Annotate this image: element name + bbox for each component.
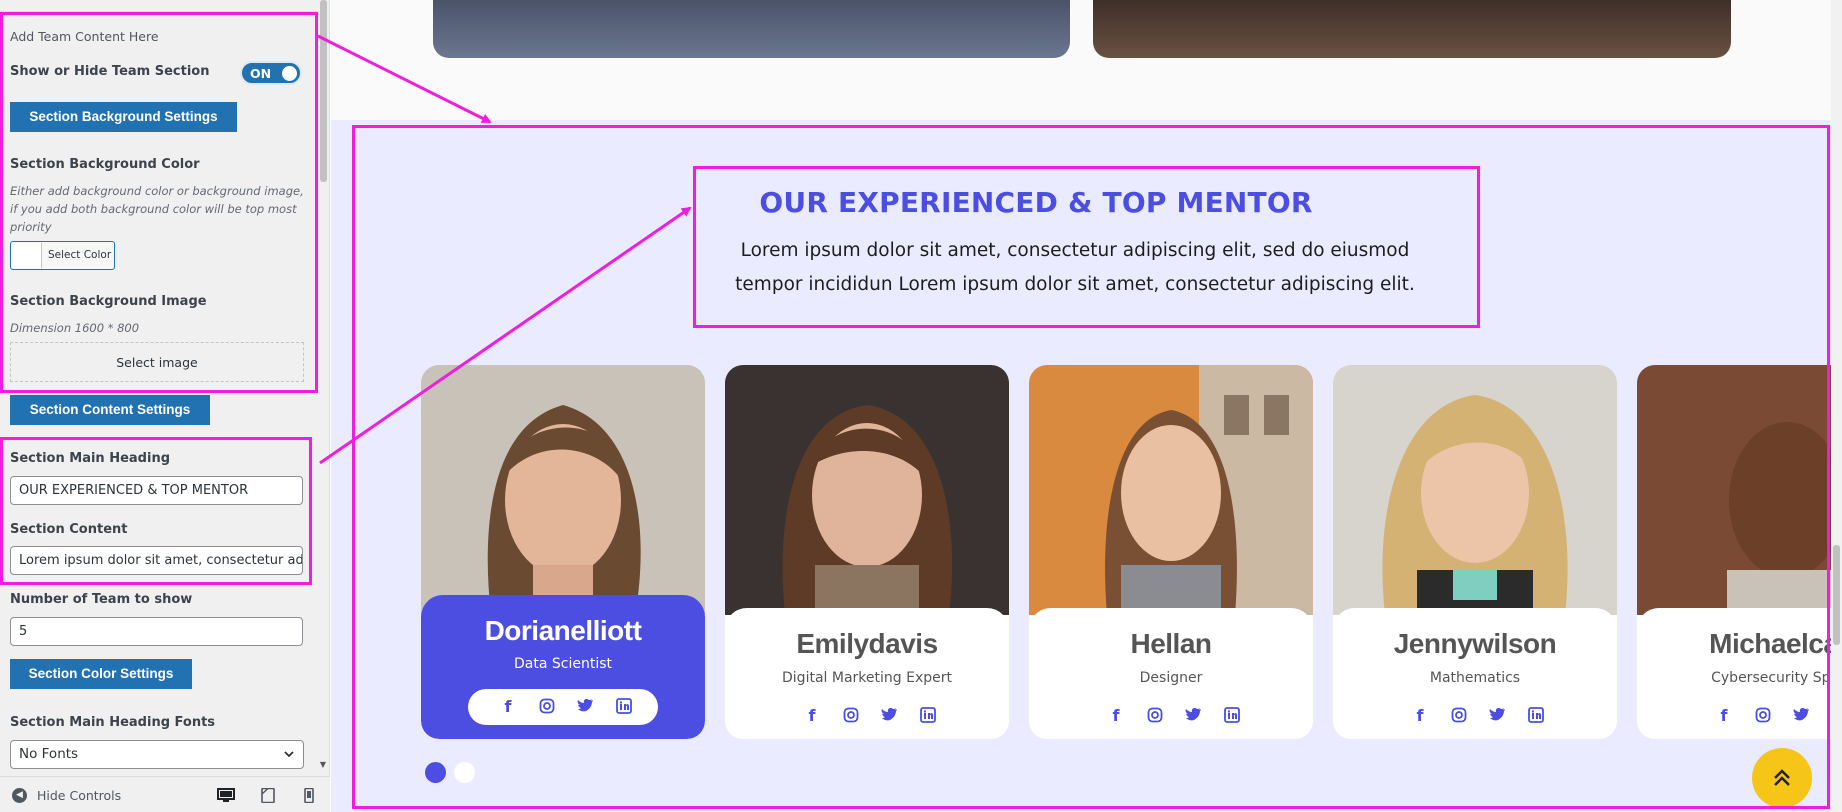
sidebar-scroll-thumb[interactable] — [320, 0, 327, 182]
hide-controls-label: Hide Controls — [37, 788, 122, 803]
team-count-input[interactable]: 5 — [10, 617, 303, 646]
scroll-down-arrow-icon[interactable]: ▼ — [318, 760, 328, 770]
heading-fonts-select[interactable]: No Fonts — [10, 740, 304, 769]
heading-fonts-value: No Fonts — [19, 746, 79, 762]
chevron-down-icon — [283, 741, 295, 778]
mobile-icon[interactable] — [300, 787, 318, 804]
preview-scrollbar[interactable] — [1831, 0, 1842, 812]
team-count-label: Number of Team to show — [10, 592, 193, 607]
arrow-left-icon: ◀ — [12, 788, 27, 803]
desktop-icon[interactable] — [217, 788, 235, 803]
annotation-box-content — [0, 437, 312, 585]
sidebar-scrollbar[interactable]: ▼ — [318, 0, 328, 776]
content-settings-button[interactable]: Section Content Settings — [10, 395, 210, 425]
sidebar-footer: ◀ Hide Controls — [0, 776, 330, 812]
previous-section-image — [433, 0, 1070, 58]
tablet-icon[interactable] — [259, 787, 277, 804]
preview-scroll-thumb[interactable] — [1833, 545, 1840, 645]
previous-section-image — [1093, 0, 1731, 58]
annotation-box-background — [0, 12, 318, 393]
sidebar-top-divider — [0, 0, 320, 12]
heading-fonts-label: Section Main Heading Fonts — [10, 715, 216, 730]
color-settings-button[interactable]: Section Color Settings — [10, 659, 192, 689]
annotation-box-heading — [693, 166, 1480, 328]
customizer-window: Add Team Content Here Show or Hide Team … — [0, 0, 1842, 812]
